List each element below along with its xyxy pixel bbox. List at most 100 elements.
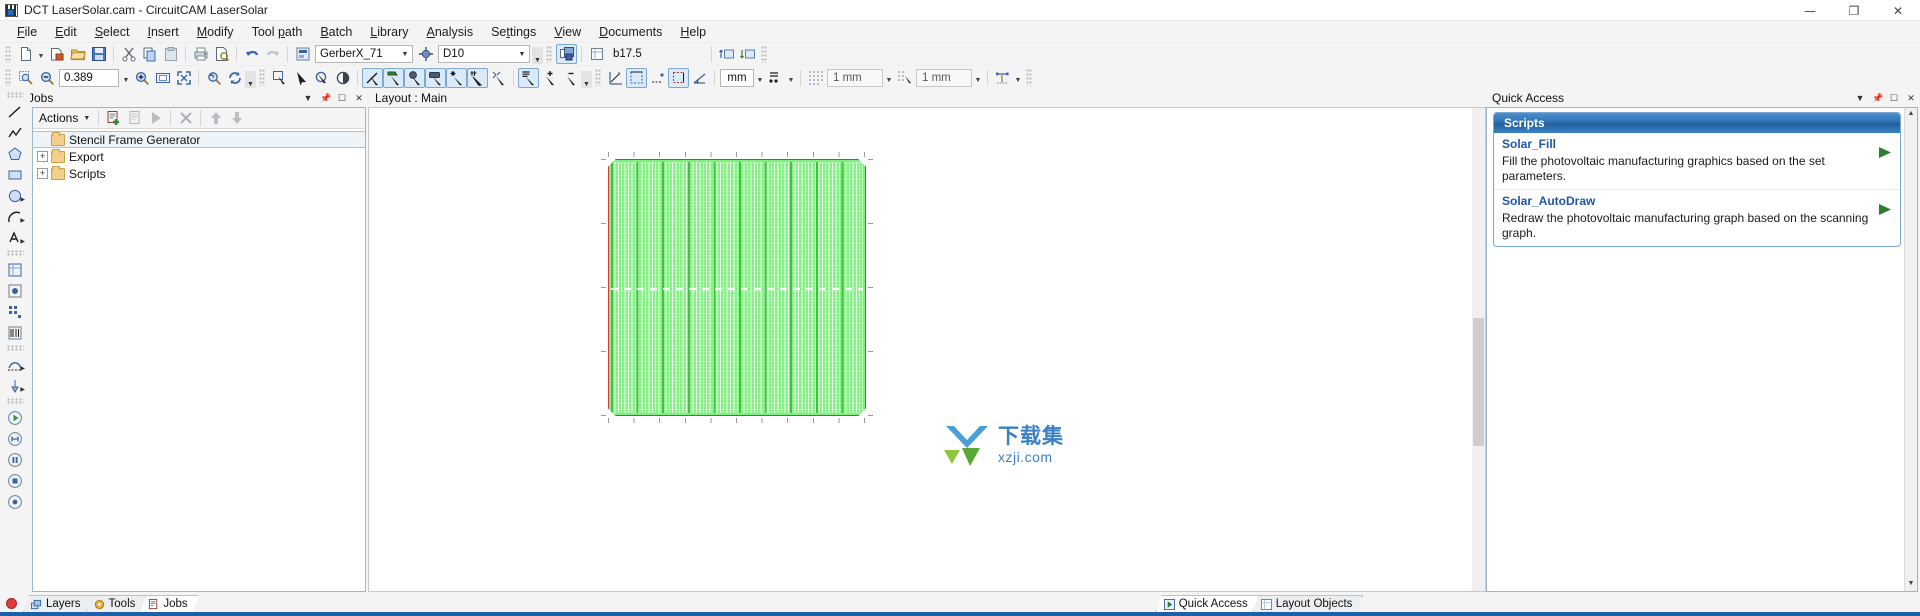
- menu-batch[interactable]: Batch: [311, 22, 361, 42]
- menu-view[interactable]: View: [545, 22, 590, 42]
- draw-rectangle-icon[interactable]: [4, 165, 26, 185]
- snap-size-dropdown-icon[interactable]: ▼: [973, 68, 983, 88]
- actions-dropdown-button[interactable]: Actions ▼: [33, 109, 94, 127]
- play-icon[interactable]: [1876, 200, 1894, 218]
- insert-component-icon[interactable]: [4, 260, 26, 280]
- select-contrast-icon[interactable]: [332, 68, 353, 88]
- close-panel-icon[interactable]: ✕: [1906, 93, 1916, 103]
- select-area-icon[interactable]: [383, 67, 404, 88]
- float-icon[interactable]: ☐: [337, 93, 347, 103]
- new-document-dropdown-icon[interactable]: ▼: [36, 44, 46, 64]
- group-header[interactable]: Scripts: [1494, 113, 1900, 133]
- select-same-layer-icon[interactable]: [518, 67, 539, 88]
- select-pointer-icon[interactable]: [290, 68, 311, 88]
- menu-file[interactable]: File: [8, 22, 46, 42]
- pin-icon[interactable]: 📌: [1872, 93, 1883, 103]
- toolbar-grip[interactable]: [6, 398, 24, 405]
- new-job-icon[interactable]: [103, 108, 124, 128]
- run-icon[interactable]: [4, 408, 26, 428]
- open-file-icon[interactable]: [67, 44, 88, 64]
- toolbar-grip[interactable]: [595, 69, 602, 86]
- layer-icon[interactable]: [586, 44, 607, 64]
- toolpath-drill-icon[interactable]: ▶: [4, 376, 26, 396]
- menu-help[interactable]: Help: [671, 22, 715, 42]
- aperture-icon[interactable]: [415, 44, 436, 64]
- precision-dropdown-icon[interactable]: ▼: [786, 68, 796, 88]
- undo-icon[interactable]: [241, 44, 262, 64]
- menu-edit[interactable]: Edit: [46, 22, 86, 42]
- tab-quick-access[interactable]: Quick Access: [1156, 595, 1259, 612]
- chevron-down-icon[interactable]: ▶: [20, 386, 25, 393]
- zoom-level-input[interactable]: 0.389: [59, 68, 119, 87]
- tree-expander-icon[interactable]: +: [37, 168, 48, 179]
- edit-job-icon[interactable]: [124, 108, 145, 128]
- select-pad-icon[interactable]: [404, 67, 425, 88]
- dimension-icon[interactable]: [992, 68, 1013, 88]
- minimize-button[interactable]: —: [1788, 0, 1832, 21]
- menu-select[interactable]: Select: [86, 22, 139, 42]
- paste-icon[interactable]: [160, 44, 181, 64]
- chevron-down-icon[interactable]: ▶: [20, 365, 25, 372]
- chevron-down-icon[interactable]: ▶: [20, 217, 25, 224]
- redraw-icon[interactable]: [224, 68, 245, 88]
- tab-tools[interactable]: Tools: [86, 595, 147, 612]
- format-selector[interactable]: GerberX_71 ▼: [315, 45, 413, 63]
- select-rect-fill-icon[interactable]: [425, 67, 446, 88]
- chevron-down-icon[interactable]: ▼: [515, 46, 529, 62]
- menu-documents[interactable]: Documents: [590, 22, 671, 42]
- tab-layers[interactable]: Layers: [23, 595, 92, 612]
- zoom-level-dropdown-icon[interactable]: ▼: [121, 68, 131, 88]
- draw-circle-icon[interactable]: ▶: [4, 186, 26, 206]
- quick-access-item-solar-fill[interactable]: Solar_Fill Fill the photovoltaic manufac…: [1494, 133, 1900, 190]
- toolbar-grip[interactable]: [5, 45, 12, 63]
- zoom-out-icon[interactable]: [36, 68, 57, 88]
- pause-icon[interactable]: [4, 450, 26, 470]
- draw-text-icon[interactable]: ▶: [4, 228, 26, 248]
- toolbar-overflow-button[interactable]: ▼: [245, 71, 256, 88]
- dimension-dropdown-icon[interactable]: ▼: [1013, 68, 1023, 88]
- panel-menu-icon[interactable]: ▼: [1855, 93, 1865, 103]
- layer-value-field[interactable]: b17.5: [609, 45, 705, 63]
- print-icon[interactable]: [190, 44, 211, 64]
- close-button[interactable]: ✕: [1876, 0, 1920, 21]
- stop-icon[interactable]: [4, 471, 26, 491]
- select-zoom-icon[interactable]: [311, 68, 332, 88]
- layer-manager-icon[interactable]: [556, 44, 577, 64]
- solar-cell-graphic[interactable]: [601, 152, 873, 423]
- chevron-down-icon[interactable]: ▶: [20, 238, 25, 245]
- settings-icon[interactable]: [4, 492, 26, 512]
- insert-pad-icon[interactable]: [4, 281, 26, 301]
- tree-item-scripts[interactable]: + Scripts: [33, 165, 365, 182]
- menu-analysis[interactable]: Analysis: [418, 22, 483, 42]
- measure-xy-icon[interactable]: x: [605, 68, 626, 88]
- select-sparkle-icon[interactable]: [446, 67, 467, 88]
- cut-icon[interactable]: [118, 44, 139, 64]
- close-panel-icon[interactable]: ✕: [354, 93, 364, 103]
- chevron-down-icon[interactable]: ▶: [20, 196, 25, 203]
- select-scatter-icon[interactable]: [488, 68, 509, 88]
- toolpath-contour-icon[interactable]: ▶: [4, 355, 26, 375]
- zoom-window-icon[interactable]: [15, 68, 36, 88]
- zoom-fit-all-icon[interactable]: [173, 68, 194, 88]
- insert-layer-above-icon[interactable]: [716, 44, 737, 64]
- delete-job-icon[interactable]: [175, 108, 196, 128]
- zoom-in-icon[interactable]: [131, 68, 152, 88]
- pin-icon[interactable]: 📌: [320, 93, 331, 103]
- unit-selector[interactable]: mm: [720, 68, 754, 87]
- maximize-button[interactable]: ❐: [1832, 0, 1876, 21]
- redo-icon[interactable]: [262, 44, 283, 64]
- item-title[interactable]: Solar_AutoDraw: [1502, 194, 1872, 209]
- chevron-down-icon[interactable]: ▼: [398, 46, 412, 62]
- draw-line-icon[interactable]: [4, 102, 26, 122]
- insert-barcode-icon[interactable]: [4, 323, 26, 343]
- record-indicator-icon[interactable]: [6, 598, 17, 609]
- menu-insert[interactable]: Insert: [138, 22, 187, 42]
- draw-arc-icon[interactable]: ▶: [4, 207, 26, 227]
- new-document-icon[interactable]: [15, 44, 36, 64]
- insert-matrix-icon[interactable]: [4, 302, 26, 322]
- grid-size-input[interactable]: 1 mm: [827, 68, 883, 87]
- grid-size-dropdown-icon[interactable]: ▼: [884, 68, 894, 88]
- save-icon[interactable]: [88, 44, 109, 64]
- zoom-fit-page-icon[interactable]: [152, 68, 173, 88]
- add-to-selection-icon[interactable]: [539, 68, 560, 88]
